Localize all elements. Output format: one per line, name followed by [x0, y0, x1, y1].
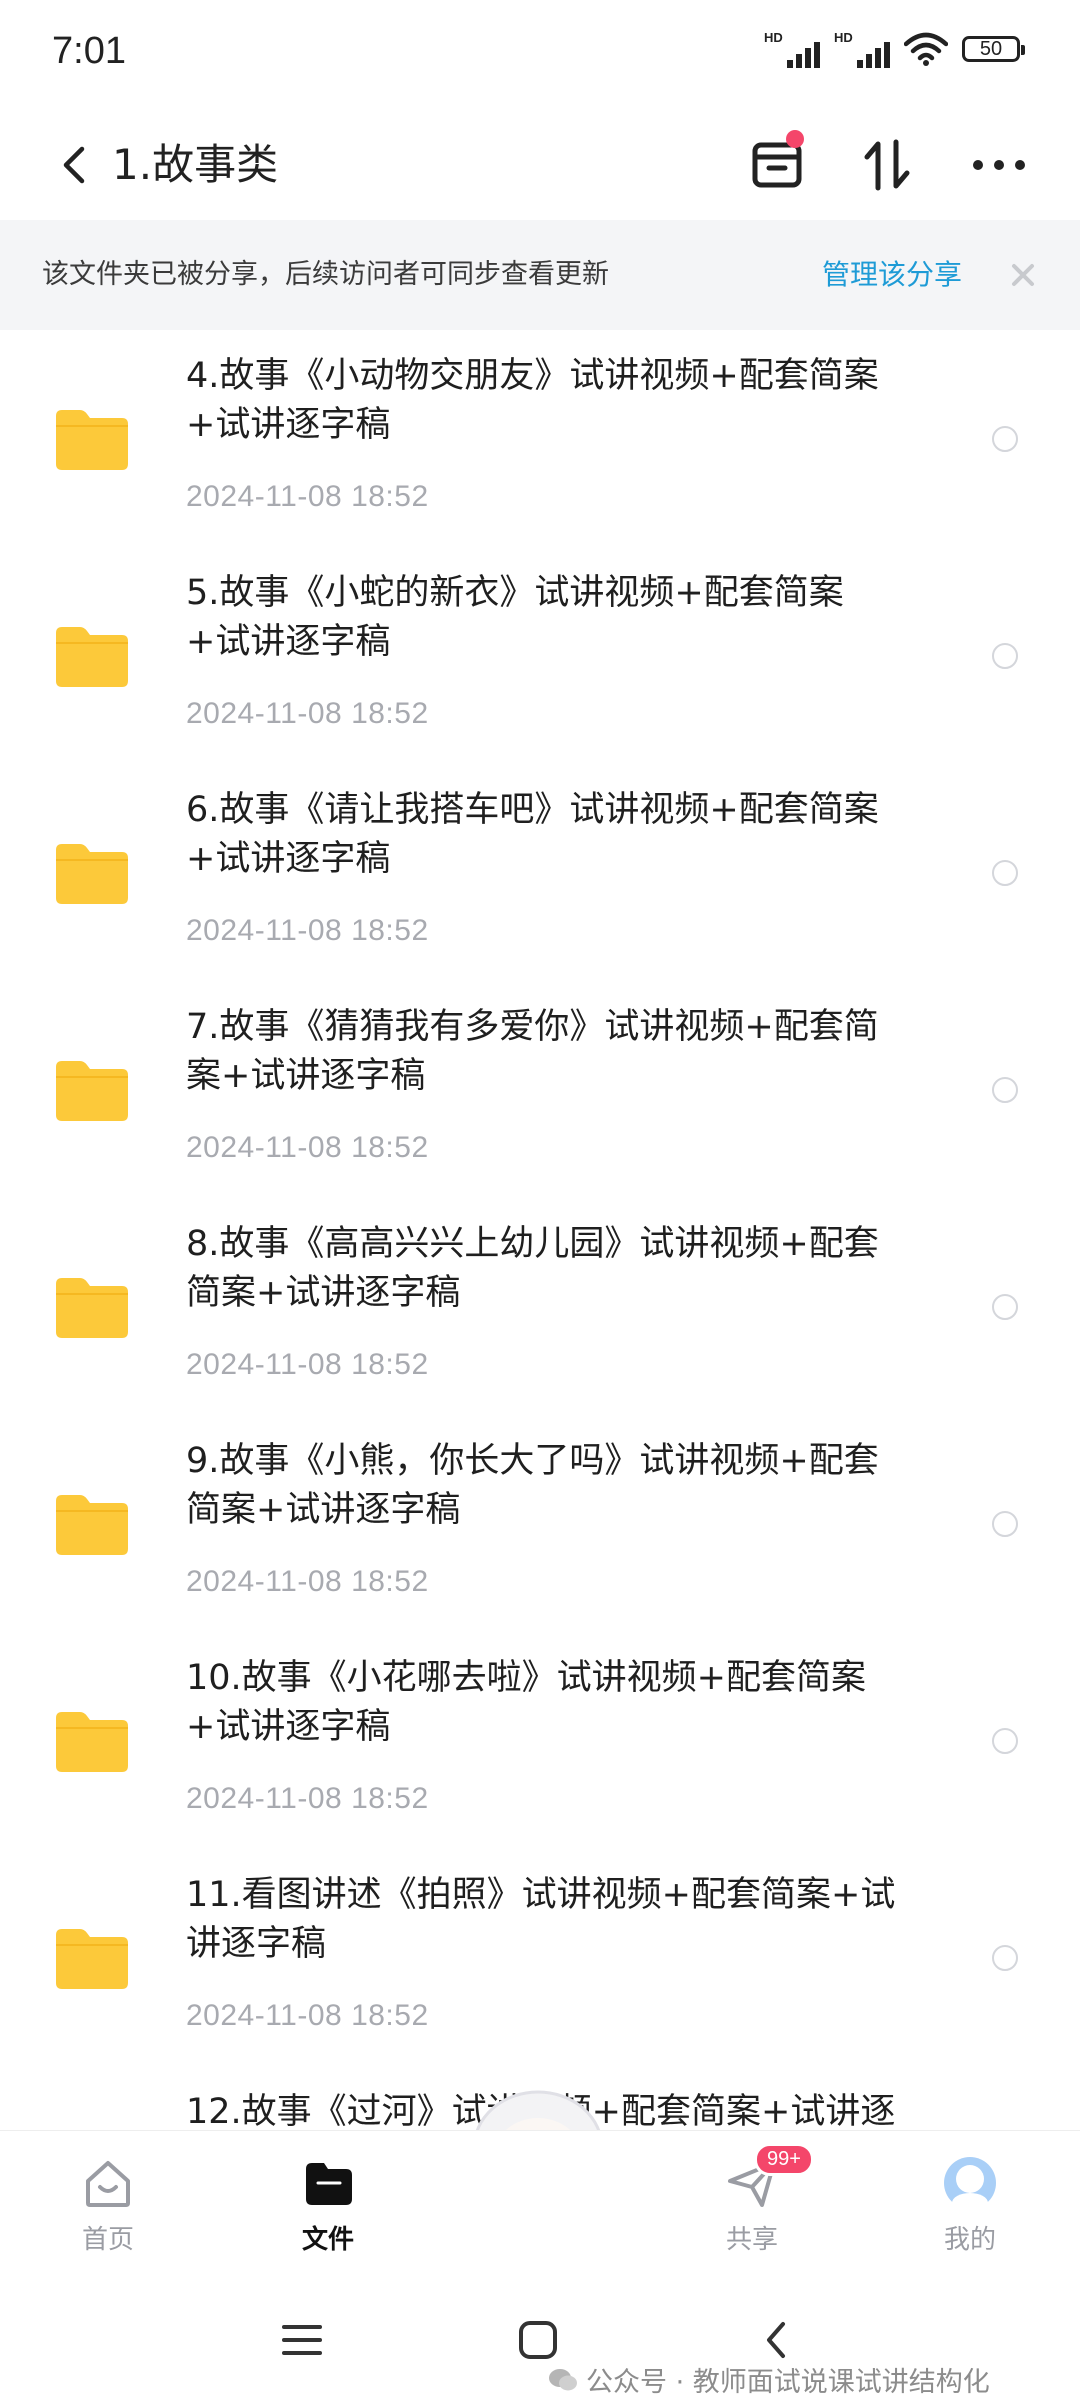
sort-button[interactable]	[854, 132, 920, 198]
share-banner-message: 该文件夹已被分享，后续访问者可同步查看更新	[42, 259, 609, 290]
file-date: 2024-11-08 18:52	[186, 697, 429, 730]
file-name: 8.故事《高高兴兴上幼儿园》试讲视频+配套 简案+试讲逐字稿	[186, 1224, 879, 1313]
file-list: 4.故事《小动物交朋友》试讲视频+配套简案 +试讲逐字稿 2024-11-08 1…	[0, 330, 1080, 2130]
file-date: 2024-11-08 18:52	[186, 1131, 429, 1164]
file-date: 2024-11-08 18:52	[186, 914, 429, 947]
tab-label: 首页	[81, 2225, 134, 2255]
folder-icon	[56, 1495, 128, 1555]
wechat-icon	[549, 2368, 577, 2390]
file-name: 6.故事《请让我搭车吧》试讲视频+配套简案 +试讲逐字稿	[186, 790, 879, 879]
file-name: 5.故事《小蛇的新衣》试讲视频+配套简案 +试讲逐字稿	[186, 573, 844, 662]
more-button[interactable]	[966, 132, 1032, 198]
select-radio[interactable]	[992, 1728, 1018, 1754]
select-radio[interactable]	[992, 426, 1018, 452]
file-name: 10.故事《小花哪去啦》试讲视频+配套简案 +试讲逐字稿	[186, 1658, 866, 1747]
menu-button[interactable]	[272, 2310, 332, 2370]
file-name: 7.故事《猜猜我有多爱你》试讲视频+配套简 案+试讲逐字稿	[186, 1007, 879, 1096]
tab-share[interactable]: 99+ 共享	[682, 2143, 822, 2267]
file-list-item[interactable]: 6.故事《请让我搭车吧》试讲视频+配套简案 +试讲逐字稿 2024-11-08 1…	[0, 764, 1080, 981]
file-date: 2024-11-08 18:52	[186, 1782, 429, 1815]
tab-label: 文件	[301, 2225, 354, 2255]
file-name: 4.故事《小动物交朋友》试讲视频+配套简案 +试讲逐字稿	[186, 356, 879, 445]
signal-icon: HD	[834, 30, 890, 68]
select-radio[interactable]	[992, 860, 1018, 886]
file-name: 9.故事《小熊，你长大了吗》试讲视频+配套 简案+试讲逐字稿	[186, 1441, 879, 1530]
battery-icon: 50	[962, 36, 1025, 62]
select-radio[interactable]	[992, 1945, 1018, 1971]
file-list-item[interactable]: 7.故事《猜猜我有多爱你》试讲视频+配套简 案+试讲逐字稿 2024-11-08 …	[0, 981, 1080, 1198]
tab-label: 共享	[725, 2225, 778, 2255]
clock: 7:01	[52, 30, 126, 72]
folder-icon	[56, 1712, 128, 1772]
close-icon[interactable]	[1004, 256, 1042, 294]
back-button[interactable]	[44, 132, 104, 198]
manage-share-link[interactable]: 管理该分享	[822, 220, 962, 330]
file-list-item[interactable]: 11.看图讲述《拍照》试讲视频+配套简案+试 讲逐字稿 2024-11-08 18…	[0, 1849, 1080, 2066]
file-date: 2024-11-08 18:52	[186, 1348, 429, 1381]
chevron-left-icon	[767, 2322, 785, 2358]
file-list-item[interactable]: 5.故事《小蛇的新衣》试讲视频+配套简案 +试讲逐字稿 2024-11-08 18…	[0, 547, 1080, 764]
tab-label: 我的	[943, 2225, 996, 2255]
home-icon	[86, 2161, 130, 2207]
sort-icon	[864, 139, 910, 191]
file-name: 11.看图讲述《拍照》试讲视频+配套简案+试 讲逐字稿	[186, 1875, 896, 1964]
chevron-left-icon	[63, 146, 85, 184]
folder-icon	[56, 1929, 128, 1989]
tab-me[interactable]: 我的	[900, 2147, 1040, 2267]
notification-dot	[786, 130, 804, 148]
file-date: 2024-11-08 18:52	[186, 480, 429, 513]
menu-icon	[282, 2325, 322, 2355]
select-radio[interactable]	[992, 643, 1018, 669]
page-title: 1.故事类	[112, 140, 279, 189]
share-badge: 99+	[754, 2143, 814, 2176]
select-radio[interactable]	[992, 1294, 1018, 1320]
tab-home[interactable]: 首页	[38, 2147, 178, 2267]
folder-icon	[56, 844, 128, 904]
folder-icon	[56, 627, 128, 687]
file-date: 2024-11-08 18:52	[186, 1565, 429, 1598]
bottom-tab-bar: 首页 文件 99+ 共享 我的	[0, 2130, 1080, 2281]
select-radio[interactable]	[992, 1511, 1018, 1537]
file-list-item[interactable]: 8.故事《高高兴兴上幼儿园》试讲视频+配套 简案+试讲逐字稿 2024-11-08…	[0, 1198, 1080, 1415]
file-list-item[interactable]: 10.故事《小花哪去啦》试讲视频+配套简案 +试讲逐字稿 2024-11-08 1…	[0, 1632, 1080, 1849]
folder-icon	[56, 1278, 128, 1338]
more-icon	[973, 160, 1025, 170]
share-banner: 该文件夹已被分享，后续访问者可同步查看更新 管理该分享	[0, 220, 1080, 330]
status-bar: 7:01 HD HD 50	[0, 0, 1080, 110]
signal-icon: HD	[764, 30, 820, 68]
select-radio[interactable]	[992, 1077, 1018, 1103]
tab-files[interactable]: 文件	[258, 2147, 398, 2267]
status-icons: HD HD 50	[764, 30, 1025, 68]
file-list-item[interactable]: 4.故事《小动物交朋友》试讲视频+配套简案 +试讲逐字稿 2024-11-08 1…	[0, 330, 1080, 547]
folder-icon	[56, 410, 128, 470]
watermark: 公众号 · 教师面试说课试讲结构化	[548, 2360, 990, 2399]
square-icon	[519, 2321, 557, 2359]
file-list-item[interactable]: 9.故事《小熊，你长大了吗》试讲视频+配套 简案+试讲逐字稿 2024-11-08…	[0, 1415, 1080, 1632]
avatar-icon	[944, 2157, 996, 2213]
title-bar: 1.故事类	[0, 110, 1080, 220]
transfer-button[interactable]	[744, 130, 810, 198]
wifi-icon	[904, 32, 948, 66]
file-date: 2024-11-08 18:52	[186, 1999, 429, 2032]
folder-icon	[56, 1061, 128, 1121]
folder-icon	[306, 2163, 352, 2205]
